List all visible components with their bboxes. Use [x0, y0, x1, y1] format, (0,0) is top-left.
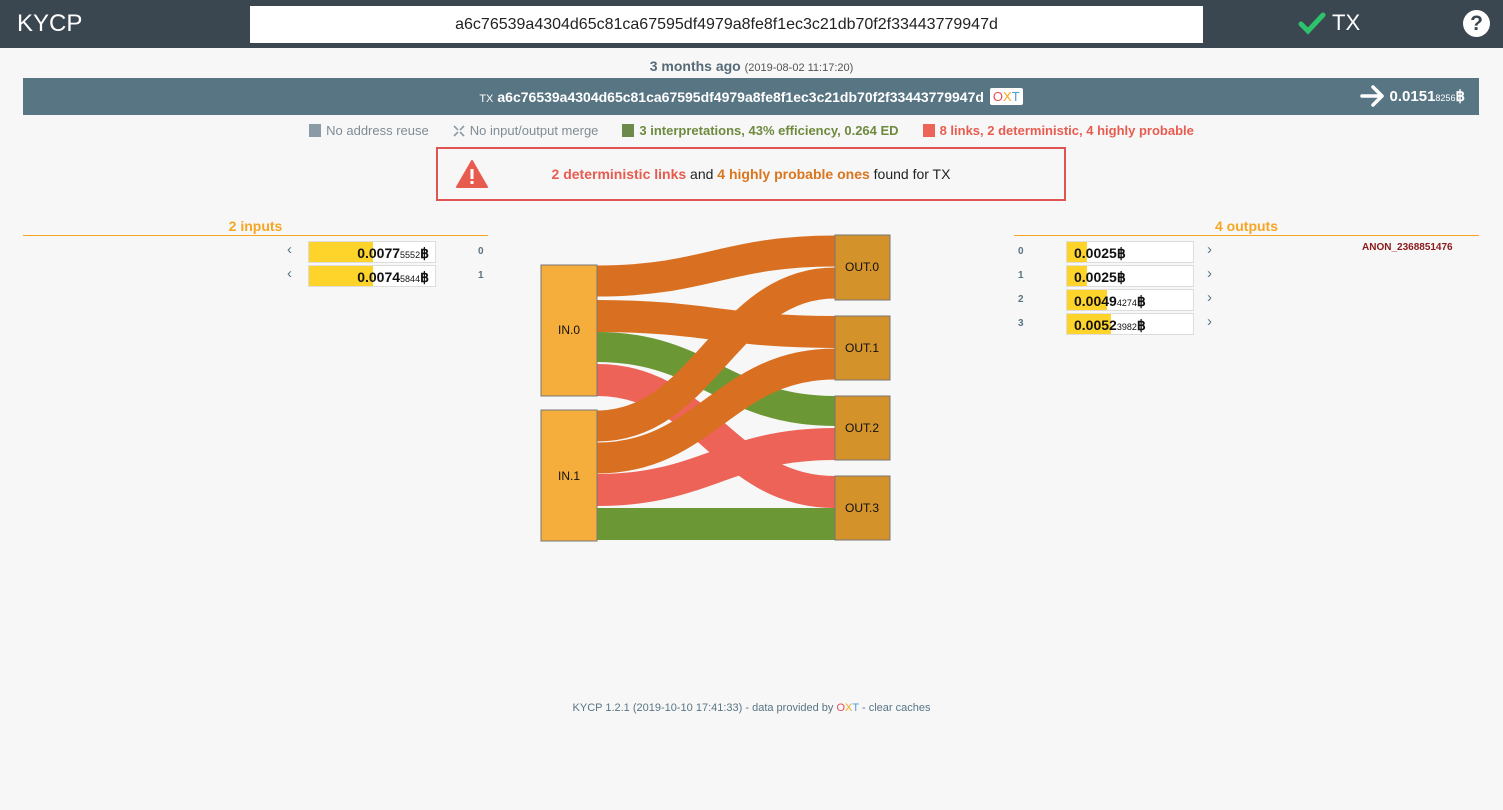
output-amount-box: 0.00494274฿: [1066, 289, 1194, 311]
tx-timestamp: (2019-08-02 11:17:20): [744, 62, 854, 74]
chevron-right-icon[interactable]: ›: [1207, 241, 1212, 258]
output-amount-box: 0.00523982฿: [1066, 313, 1194, 335]
chevron-right-icon[interactable]: ›: [1207, 265, 1212, 282]
node-in1[interactable]: IN.1: [540, 409, 598, 542]
node-out3[interactable]: OUT.3: [834, 475, 891, 541]
legend-address-reuse: No address reuse: [309, 123, 429, 138]
input-index: 1: [478, 270, 484, 281]
svg-text:OUT.2: OUT.2: [845, 421, 879, 435]
links-alert: 2 deterministic links and 4 highly proba…: [436, 147, 1066, 201]
top-bar: KYCP TX ?: [0, 0, 1503, 48]
mode-label: TX: [1332, 10, 1361, 35]
node-out0[interactable]: OUT.0: [834, 234, 891, 301]
alert-message: 2 deterministic links and 4 highly proba…: [551, 166, 951, 182]
square-icon: [309, 124, 322, 137]
svg-text:IN.1: IN.1: [558, 469, 580, 483]
output-index: 1: [1018, 270, 1024, 281]
footer: KYCP 1.2.1 (2019-10-10 17:41:33) - data …: [572, 702, 931, 714]
tx-age-text: 3 months ago: [649, 58, 741, 74]
merge-icon: [453, 124, 465, 137]
link-in0-out1[interactable]: [596, 300, 836, 348]
node-out1[interactable]: OUT.1: [834, 315, 891, 381]
outputs-title: 4 outputs: [1014, 218, 1479, 236]
chevron-right-icon[interactable]: ›: [1207, 289, 1212, 306]
legend-interpretations: 3 interpretations, 43% efficiency, 0.264…: [622, 123, 899, 138]
checkmark-icon: [1298, 12, 1326, 35]
node-out2[interactable]: OUT.2: [834, 395, 891, 461]
output-index: 2: [1018, 294, 1024, 305]
tx-label: TX: [479, 93, 494, 105]
svg-text:IN.0: IN.0: [558, 323, 580, 337]
output-index: 3: [1018, 318, 1024, 329]
anon-address-label[interactable]: ANON_2368851476: [1362, 242, 1453, 253]
svg-text:OUT.0: OUT.0: [845, 260, 879, 274]
chevron-left-icon[interactable]: ‹: [287, 241, 292, 258]
chevron-right-icon[interactable]: ›: [1207, 313, 1212, 330]
svg-text:OUT.1: OUT.1: [845, 341, 879, 355]
input-index: 0: [478, 246, 484, 257]
legend-merge: No input/output merge: [453, 123, 598, 138]
output-amount-box: 0.0025฿: [1066, 241, 1194, 263]
help-icon[interactable]: ?: [1463, 10, 1490, 37]
output-amount-box: 0.0025฿: [1066, 265, 1194, 287]
tx-total-amount: 0.01518256฿: [1359, 85, 1465, 107]
analysis-legend: No address reuse No input/output merge 3…: [0, 123, 1503, 138]
footer-version: KYCP 1.2.1 (2019-10-10 17:41:33) - data …: [572, 702, 837, 714]
search-input[interactable]: [250, 6, 1203, 43]
tx-id-line: TX a6c76539a4304d65c81ca67595df4979a8fe8f…: [23, 88, 1479, 105]
svg-text:OUT.3: OUT.3: [845, 501, 879, 515]
mode-indicator[interactable]: TX: [1298, 10, 1360, 36]
tx-header-bar: TX a6c76539a4304d65c81ca67595df4979a8fe8f…: [23, 78, 1479, 115]
link-diagram: IN.0 IN.1 OUT.0 OUT.1 OUT.2 OUT.3: [540, 234, 891, 542]
legend-links: 8 links, 2 deterministic, 4 highly proba…: [922, 123, 1194, 138]
input-amount-box: 0.00745844฿: [308, 265, 436, 287]
node-in0[interactable]: IN.0: [540, 264, 598, 397]
output-index: 0: [1018, 246, 1024, 257]
tx-age: 3 months ago (2019-08-02 11:17:20): [0, 58, 1503, 74]
arrow-right-icon: [1359, 85, 1384, 107]
footer-oxt-link[interactable]: OXT: [836, 702, 858, 714]
clear-caches-link[interactable]: clear caches: [869, 702, 931, 714]
square-icon: [622, 124, 635, 137]
tx-id: a6c76539a4304d65c81ca67595df4979a8fe8f1e…: [497, 89, 984, 105]
app-logo[interactable]: KYCP: [17, 10, 82, 38]
input-amount-box: 0.00775552฿: [308, 241, 436, 263]
oxt-link[interactable]: OXT: [989, 88, 1023, 105]
square-icon: [922, 124, 935, 137]
inputs-title: 2 inputs: [23, 218, 488, 236]
chevron-left-icon[interactable]: ‹: [287, 265, 292, 282]
